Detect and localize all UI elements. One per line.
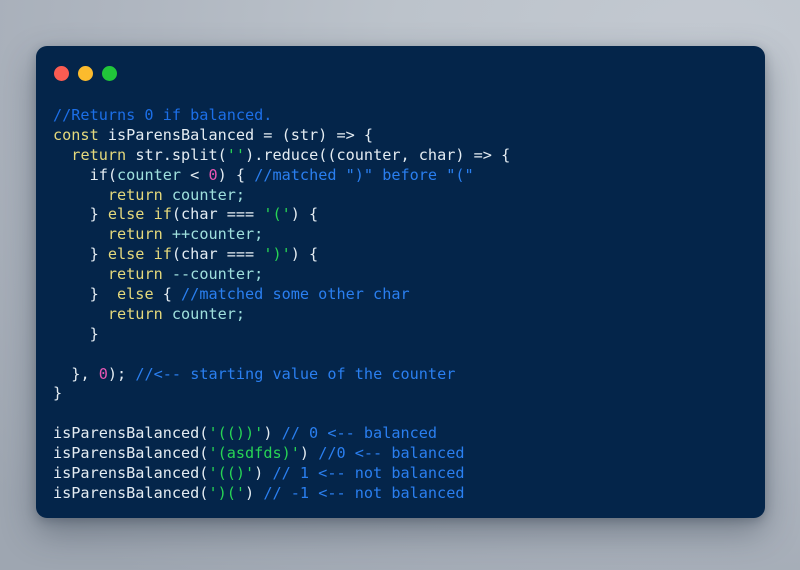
keyword-token: if( [89, 165, 118, 184]
identifier-token: (char === [171, 245, 264, 264]
code-line-10: } else { //matched some other char [53, 285, 765, 305]
punctuation-token: ) [299, 444, 319, 463]
string-token: '(asdfds)' [208, 444, 300, 463]
code-editor-window[interactable]: //Returns 0 if balanced. const isParensBa… [36, 46, 765, 518]
number-token: 0 [98, 364, 108, 383]
keyword-token: else if [107, 205, 172, 224]
code-line-1: //Returns 0 if balanced. [53, 106, 765, 126]
code-line-4: if(counter < 0) { //matched ")" before "… [53, 166, 765, 186]
code-content-area[interactable]: //Returns 0 if balanced. const isParensBa… [53, 106, 765, 518]
close-button[interactable] [54, 66, 69, 81]
variable-token: counter [117, 165, 182, 184]
punctuation-token: ); [107, 364, 136, 383]
code-line-12: } [53, 325, 765, 345]
code-line-8: } else if(char === ')') { [53, 245, 765, 265]
string-token: ')(' [208, 483, 246, 502]
code-line-2: const isParensBalanced = (str) => { [53, 126, 765, 146]
comment-token: //<-- starting value of the counter [135, 364, 456, 383]
code-line-15: } [53, 384, 765, 404]
keyword-token: return [107, 225, 163, 244]
code-line-3: return str.split('').reduce((counter, ch… [53, 146, 765, 166]
function-call-token: isParensBalanced( [53, 464, 209, 483]
keyword-token: return [107, 185, 163, 204]
comment-token: // 0 <-- balanced [281, 424, 438, 443]
code-line-13-blank [53, 345, 765, 365]
code-block[interactable]: //Returns 0 if balanced. const isParensBa… [53, 106, 765, 504]
comment-token: //Returns 0 if balanced. [53, 106, 273, 124]
code-line-9: return --counter; [53, 265, 765, 285]
code-line-6: } else if(char === '(') { [53, 205, 765, 225]
keyword-token: const [53, 125, 99, 144]
punctuation-token: } [53, 384, 63, 403]
window-titlebar[interactable] [36, 46, 765, 92]
string-token: '(' [263, 205, 291, 224]
punctuation-token: } [53, 324, 99, 343]
variable-token: ++counter; [162, 225, 264, 244]
variable-token: counter; [162, 304, 246, 323]
variable-token: counter; [162, 185, 246, 204]
code-line-17: isParensBalanced('(())') // 0 <-- balanc… [53, 424, 765, 444]
function-call-token: isParensBalanced( [53, 424, 209, 443]
function-call-token: isParensBalanced( [53, 444, 209, 463]
keyword-token: return [71, 145, 127, 164]
punctuation-token: ) [263, 424, 282, 443]
comment-token: //matched some other char [181, 285, 410, 304]
code-line-16-blank [53, 404, 765, 424]
maximize-button[interactable] [102, 66, 117, 81]
minimize-button[interactable] [78, 66, 93, 81]
comment-token: // 1 <-- not balanced [272, 464, 465, 483]
number-token: 0 [208, 165, 218, 184]
identifier-token: ).reduce((counter, char) => { [245, 145, 511, 164]
identifier-token: (char === [171, 205, 264, 224]
identifier-token: isParensBalanced = (str) => { [98, 125, 374, 144]
punctuation-token: ) [254, 464, 273, 483]
traffic-light-controls [54, 66, 117, 81]
keyword-token: else [117, 285, 154, 304]
comment-token: // -1 <-- not balanced [263, 483, 465, 502]
punctuation-token: } [89, 285, 118, 304]
code-line-11: return counter; [53, 305, 765, 325]
comment-token: //0 <-- balanced [318, 444, 465, 463]
punctuation-token: ) { [290, 205, 319, 224]
code-line-18: isParensBalanced('(asdfds)') //0 <-- bal… [53, 444, 765, 464]
variable-token: --counter; [162, 265, 264, 284]
code-line-5: return counter; [53, 186, 765, 206]
punctuation-token: ) [245, 483, 264, 502]
code-line-19: isParensBalanced('(()') // 1 <-- not bal… [53, 464, 765, 484]
string-token: ')' [263, 245, 291, 264]
code-line-7: return ++counter; [53, 225, 765, 245]
punctuation-token: } [89, 245, 108, 264]
string-token: '' [226, 145, 246, 164]
function-call-token: isParensBalanced( [53, 483, 209, 502]
keyword-token: else if [107, 245, 172, 264]
comment-token: //matched ")" before "(" [254, 165, 474, 184]
punctuation-token: } [89, 205, 108, 224]
screen: //Returns 0 if balanced. const isParensBa… [0, 0, 800, 570]
keyword-token: return [107, 304, 163, 323]
keyword-token: return [107, 265, 163, 284]
code-line-14: }, 0); //<-- starting value of the count… [53, 365, 765, 385]
operator-token: < [181, 165, 209, 184]
punctuation-token: ) { [217, 165, 255, 184]
identifier-token: str.split( [126, 145, 227, 164]
string-token: '(()' [208, 464, 255, 483]
code-line-20: isParensBalanced(')(') // -1 <-- not bal… [53, 484, 765, 504]
string-token: '(())' [208, 424, 264, 443]
punctuation-token: }, [71, 364, 99, 383]
punctuation-token: { [153, 285, 182, 304]
punctuation-token: ) { [290, 245, 319, 264]
